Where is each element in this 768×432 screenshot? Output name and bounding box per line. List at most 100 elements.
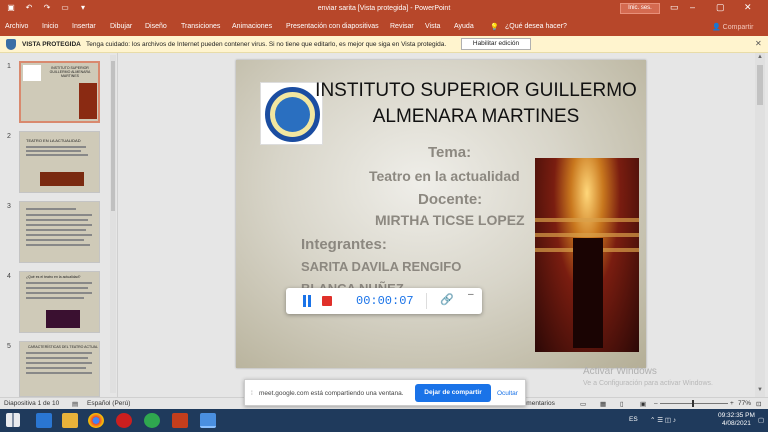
screen-share-notification: ⁞ meet.google.com está compartiendo una … <box>244 379 526 406</box>
scrollbar-thumb[interactable] <box>111 61 115 211</box>
thumb-title: ¿Qué es el teatro en la actualidad? <box>26 275 81 279</box>
file-explorer-icon[interactable] <box>62 413 78 428</box>
drag-handle-icon[interactable]: ⁞ <box>251 390 253 397</box>
normal-view-icon[interactable]: ▭ <box>580 400 586 408</box>
tab-archivo[interactable]: Archivo <box>5 23 28 30</box>
slide-thumb-2[interactable]: TEATRO EN LA ACTUALIDAD <box>19 131 100 193</box>
thumb-number: 4 <box>7 273 11 280</box>
person-icon: 👤 <box>712 24 723 31</box>
tab-transiciones[interactable]: Transiciones <box>181 23 220 30</box>
minimize-button[interactable]: – <box>690 2 695 12</box>
toolbar-divider <box>426 293 427 309</box>
recording-timer: 00:00:07 <box>356 294 414 308</box>
language-indicator[interactable]: Español (Perú) <box>87 400 130 407</box>
tab-animaciones[interactable]: Animaciones <box>232 23 272 30</box>
clock-time: 09:32:35 PM <box>718 412 755 419</box>
thumb-text-line <box>26 154 88 156</box>
meet-taskbar-icon[interactable] <box>200 413 216 428</box>
slide-scrollbar[interactable]: ▲ ▼ <box>755 53 765 397</box>
spellcheck-icon[interactable]: ▤ <box>72 400 78 408</box>
thumb-text-line <box>26 244 90 246</box>
integrante-1: SARITA DAVILA RENGIFO <box>301 259 462 274</box>
stage-shape <box>573 238 603 348</box>
enable-editing-button[interactable]: Habilitar edición <box>461 38 531 50</box>
slideshow-icon[interactable]: ▣ <box>640 400 646 408</box>
fit-slide-icon[interactable]: ⊡ <box>756 400 761 408</box>
share-message: meet.google.com está compartiendo una ve… <box>259 390 404 397</box>
slide-thumb-5[interactable]: CARACTERÍSTICAS DEL TEATRO ACTUAL <box>19 341 100 397</box>
tab-insertar[interactable]: Insertar <box>72 23 96 30</box>
pause-icon[interactable] <box>302 295 312 307</box>
whatsapp-icon[interactable] <box>144 413 160 428</box>
ribbon-display-icon[interactable]: ▭ <box>670 2 679 13</box>
zoom-slider[interactable] <box>660 400 728 407</box>
balcony-row <box>535 218 639 222</box>
tema-value: Teatro en la actualidad <box>369 168 520 184</box>
tab-presentacion[interactable]: Presentación con diapositivas <box>286 23 379 30</box>
close-button[interactable]: ✕ <box>744 2 752 13</box>
stop-sharing-button[interactable]: Dejar de compartir <box>415 384 491 402</box>
protected-view-label: VISTA PROTEGIDA <box>22 41 81 48</box>
thumb-text-line <box>26 352 92 354</box>
share-button[interactable]: 👤 Compartir <box>712 23 753 31</box>
sign-in-button[interactable]: Inic. ses. <box>620 3 660 14</box>
slide-thumb-3[interactable] <box>19 201 100 263</box>
workspace: 1 INSTITUTO SUPERIOR GUILLERMO ALMENARA … <box>0 53 768 397</box>
slide-sorter-icon[interactable]: ▦ <box>600 400 606 408</box>
tab-vista[interactable]: Vista <box>425 23 440 30</box>
hide-button[interactable]: Ocultar <box>497 390 518 397</box>
thumb-image <box>40 172 84 186</box>
slide-thumb-1[interactable]: INSTITUTO SUPERIOR GUILLERMO ALMENARA MA… <box>19 61 100 123</box>
thumbnails-scrollbar[interactable] <box>110 55 116 393</box>
thumb-text-line <box>26 292 92 294</box>
system-clock[interactable]: 09:32:35 PM 4/08/2021 <box>718 412 755 428</box>
thumb-text-line <box>26 372 92 374</box>
tab-ayuda[interactable]: Ayuda <box>454 23 474 30</box>
tab-inicio[interactable]: Inicio <box>42 23 58 30</box>
tab-diseno[interactable]: Diseño <box>145 23 167 30</box>
slide-counter: Diapositiva 1 de 10 <box>4 400 60 407</box>
thumb-text-line <box>26 150 81 152</box>
powerpoint-taskbar-icon[interactable] <box>172 413 188 428</box>
thumb-text-line <box>26 239 84 241</box>
scroll-up-icon[interactable]: ▲ <box>755 54 765 60</box>
link-icon[interactable]: 🔗 <box>440 293 454 306</box>
opera-icon[interactable] <box>116 413 132 428</box>
edge-icon[interactable] <box>36 413 52 428</box>
tema-label: Tema: <box>428 144 472 161</box>
tab-revisar[interactable]: Revisar <box>390 23 414 30</box>
thumb-image <box>46 310 80 328</box>
tray-icons[interactable]: ⌃ ☰ ◫ ♪ <box>650 416 676 424</box>
reading-view-icon[interactable]: ▯ <box>620 400 624 408</box>
zoom-slider-thumb[interactable] <box>692 400 694 407</box>
thumb-image <box>79 83 97 119</box>
slide-thumb-4[interactable]: ¿Qué es el teatro en la actualidad? <box>19 271 100 333</box>
scrollbar-thumb[interactable] <box>757 65 763 105</box>
restore-button[interactable]: ▢ <box>716 2 725 13</box>
slide-canvas[interactable]: INSTITUTO SUPERIOR GUILLERMO ALMENARA MA… <box>236 60 646 368</box>
thumb-title: TEATRO EN LA ACTUALIDAD <box>26 138 81 143</box>
stop-icon[interactable] <box>322 296 332 306</box>
zoom-out-icon[interactable]: – <box>654 400 658 407</box>
zoom-in-icon[interactable]: + <box>730 400 734 407</box>
thumb-text-line <box>26 214 92 216</box>
thumb-text-line <box>26 297 84 299</box>
title-bar: ▣ ↶ ↷ ▭ ▾ enviar sarita [Vista protegida… <box>0 0 768 18</box>
scroll-down-icon[interactable]: ▼ <box>755 387 765 393</box>
chrome-icon[interactable] <box>88 413 104 428</box>
tab-dibujar[interactable]: Dibujar <box>110 23 132 30</box>
tell-me-search[interactable]: ¿Qué desea hacer? <box>505 23 567 30</box>
close-icon[interactable]: ✕ <box>755 39 762 48</box>
windows-taskbar: ES ⌃ ☰ ◫ ♪ 09:32:35 PM 4/08/2021 ▢ <box>0 409 768 432</box>
keyboard-language[interactable]: ES <box>629 416 638 423</box>
notification-icon[interactable]: ▢ <box>758 416 764 424</box>
protected-view-message: Tenga cuidado: los archivos de Internet … <box>86 41 447 48</box>
thumb-logo <box>23 65 41 81</box>
thumb-text-line <box>26 219 88 221</box>
windows-start-icon[interactable] <box>6 413 20 427</box>
thumb-number: 3 <box>7 203 11 210</box>
thumb-text-line <box>26 229 86 231</box>
zoom-level[interactable]: 77% <box>738 400 751 407</box>
minimize-icon[interactable]: – <box>468 289 474 300</box>
logo-center <box>275 97 310 132</box>
